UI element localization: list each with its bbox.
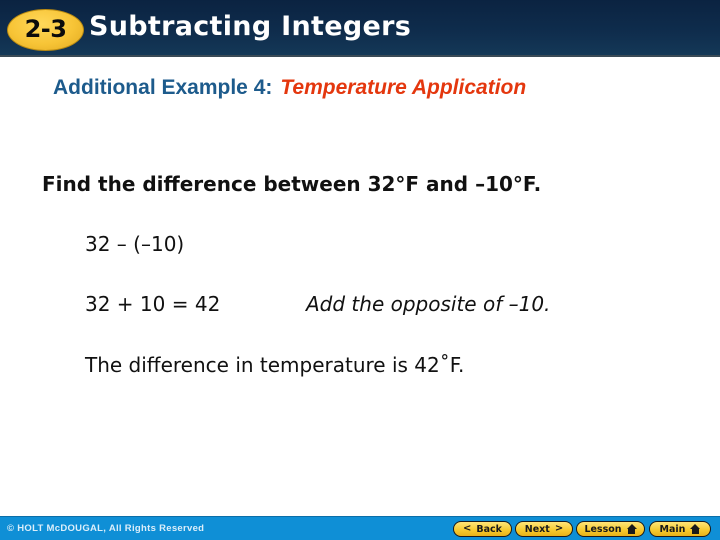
lesson-number-badge: 2-3	[7, 9, 84, 51]
lesson-label: Lesson	[584, 523, 622, 535]
example-heading: Additional Example 4: Temperature Applica…	[53, 76, 526, 100]
main-label: Main	[659, 523, 686, 535]
chevron-left-icon: <	[463, 523, 472, 534]
next-button[interactable]: Next >	[515, 521, 573, 537]
lesson-title: Subtracting Integers	[89, 11, 412, 42]
chevron-right-icon: >	[554, 523, 564, 534]
step-note: Add the opposite of –10.	[306, 292, 551, 316]
copyright: © HOLT McDOUGAL, All Rights Reserved	[7, 523, 205, 534]
conclusion: The difference in temperature is 42˚F.	[85, 353, 465, 377]
example-label: Additional Example 4:	[53, 76, 273, 99]
footer-bar: © HOLT McDOUGAL, All Rights Reserved < B…	[0, 516, 720, 540]
back-label: Back	[476, 523, 502, 535]
step-expression: 32 – (–10)	[85, 232, 185, 256]
next-label: Next	[524, 523, 550, 535]
step-equation: 32 + 10 = 42	[85, 292, 221, 316]
home-icon	[690, 524, 701, 534]
problem-prompt: Find the difference between 32°F and –10…	[42, 172, 542, 196]
lesson-number: 2-3	[24, 15, 67, 43]
example-topic: Temperature Application	[280, 76, 527, 99]
header-bar: 2-3 Subtracting Integers	[0, 0, 720, 57]
back-button[interactable]: < Back	[453, 521, 512, 537]
lesson-button[interactable]: Lesson	[576, 521, 645, 537]
home-icon	[626, 524, 637, 534]
main-button[interactable]: Main	[649, 521, 711, 537]
